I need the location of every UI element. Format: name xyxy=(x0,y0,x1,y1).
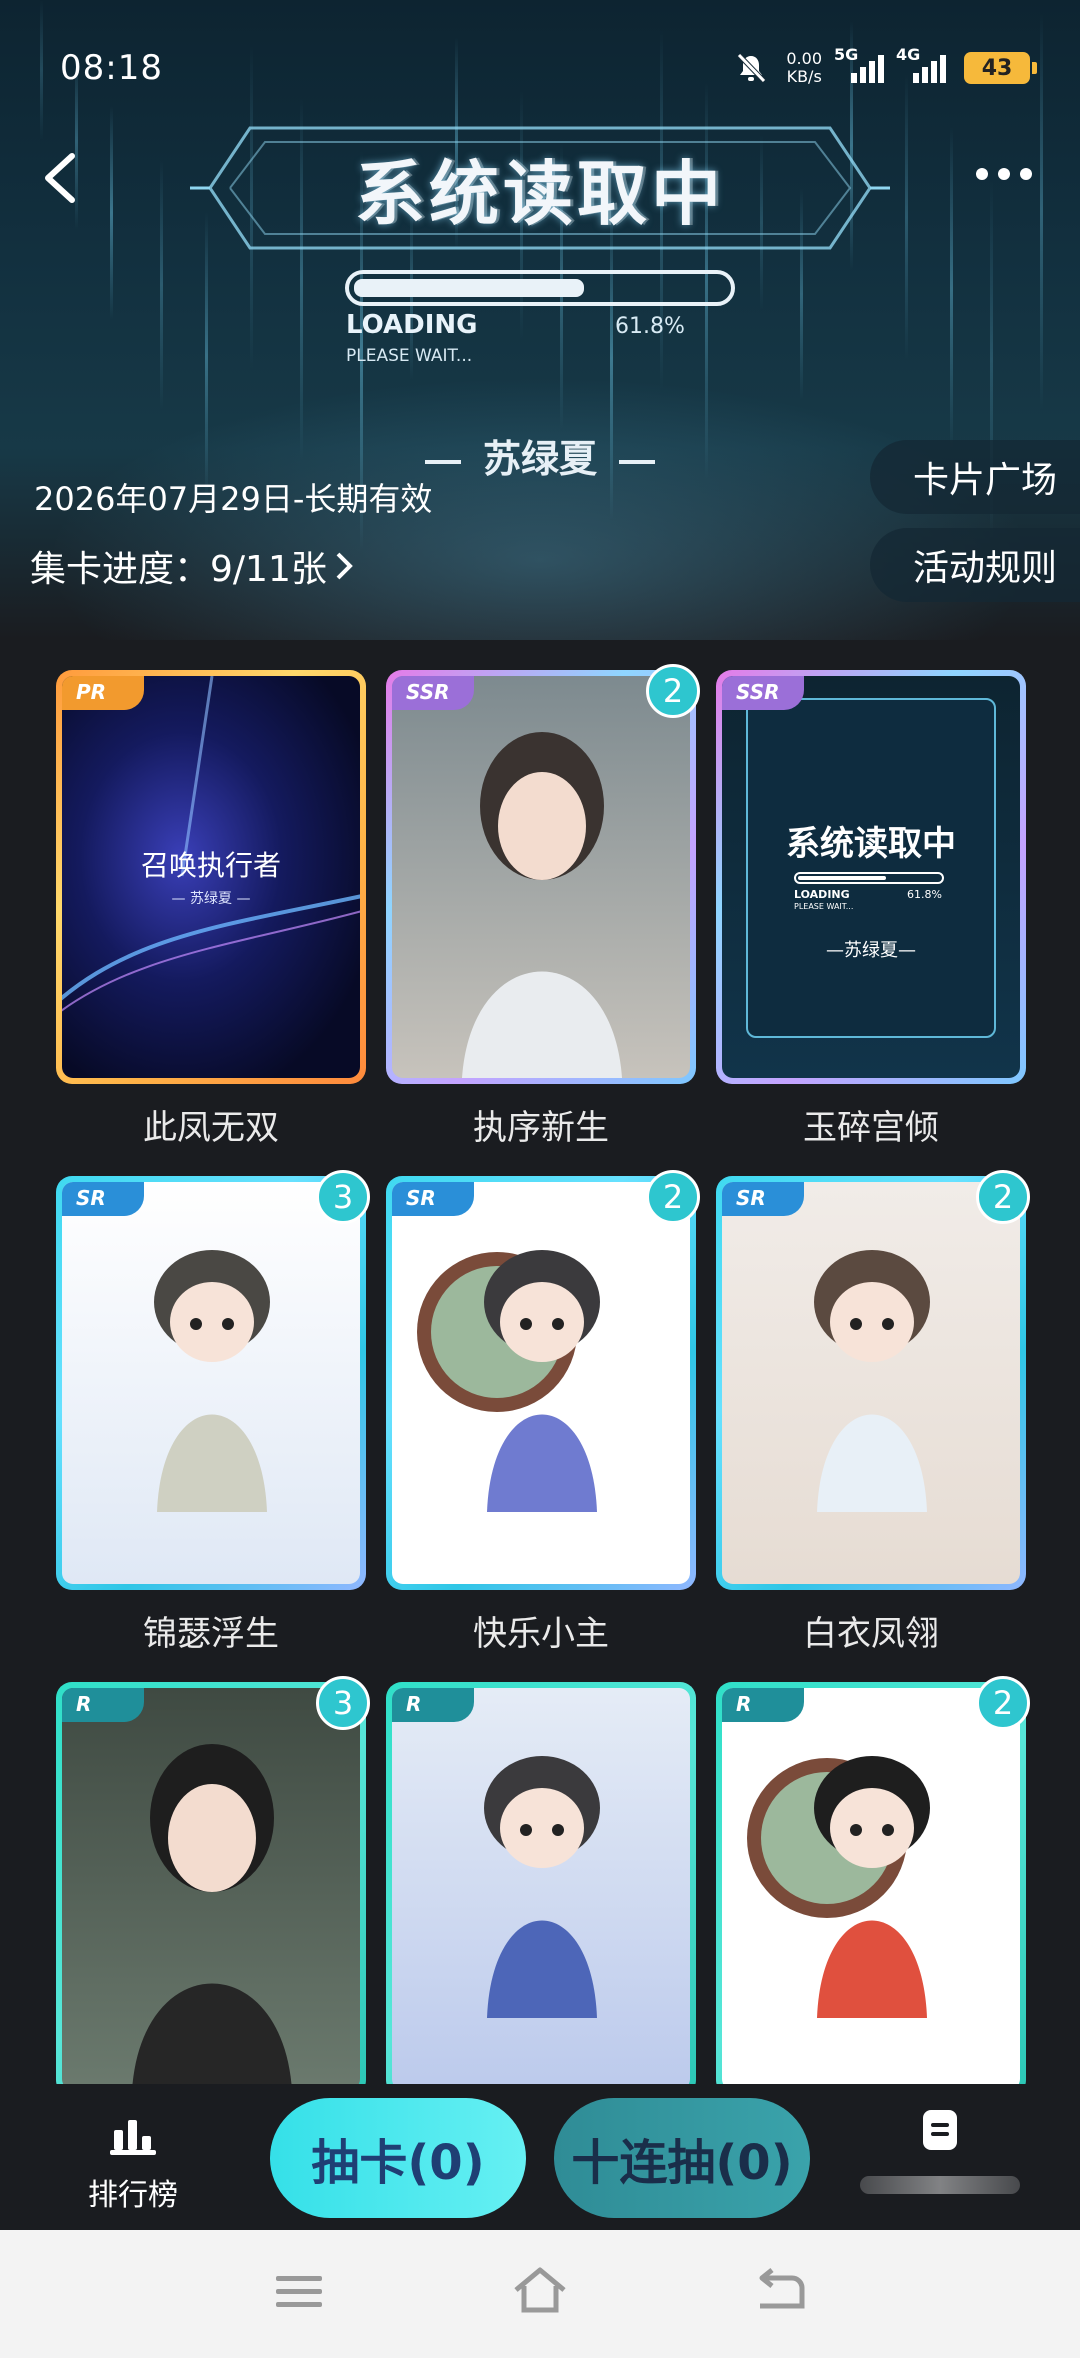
loading-label: LOADING xyxy=(346,310,478,340)
card-artwork xyxy=(62,1182,360,1584)
card-grid: 召唤执行者 — 苏绿夏 — PR 此凤无双 SSR 2 执序新生 系统读取中 LOADING 61… xyxy=(0,664,1080,2084)
rarity-tag: R xyxy=(392,1688,474,1722)
battery-icon: 43 xyxy=(964,52,1037,84)
net-speed-unit: KB/s xyxy=(786,67,822,86)
collection-card[interactable]: R3 xyxy=(56,1676,370,2084)
card-count-badge: 2 xyxy=(976,1170,1030,1224)
collection-progress-text: 集卡进度：9/11张 xyxy=(30,549,327,590)
system-nav-bar xyxy=(0,2230,1080,2358)
card-name: 玉碎宫倾 xyxy=(803,1108,939,1148)
card-art-percent: 61.8% xyxy=(907,888,942,901)
please-wait: PLEASE WAIT... xyxy=(346,346,473,366)
mute-icon xyxy=(737,53,767,83)
signal-icon: 5G xyxy=(834,45,884,83)
rank-label: 排行榜 xyxy=(88,2178,178,2213)
notes-icon xyxy=(923,2110,957,2150)
collection-card[interactable]: R xyxy=(386,1682,696,2084)
home-icon[interactable] xyxy=(510,2264,570,2316)
card-name: 执序新生 xyxy=(473,1108,609,1148)
net-speed: 0.00 KB/s xyxy=(786,50,822,86)
collection-progress-link[interactable]: 集卡进度：9/11张 xyxy=(30,540,355,592)
card-count-badge: 2 xyxy=(646,1170,700,1224)
validity-date: 2026年07月29日-长期有效 xyxy=(34,480,433,518)
collection-card[interactable]: 系统读取中 LOADING 61.8% PLEASE WAIT... —苏绿夏— SSR xyxy=(716,670,1026,1084)
net-speed-value: 0.00 xyxy=(786,49,822,68)
card-art-author: —苏绿夏— xyxy=(826,940,916,961)
rank-button[interactable]: 排行榜 xyxy=(78,2116,188,2214)
author-text: 苏绿夏 xyxy=(482,437,597,481)
card-count-badge: 2 xyxy=(646,664,700,718)
more-icon[interactable] xyxy=(976,168,1032,180)
rarity-tag: PR xyxy=(62,676,144,710)
collection-card[interactable]: 召唤执行者 — 苏绿夏 — PR xyxy=(56,670,366,1084)
collection-card[interactable]: SSR 2 xyxy=(386,664,700,1084)
rarity-tag: SR xyxy=(62,1182,144,1216)
card-count-badge: 3 xyxy=(316,1170,370,1224)
menu-icon[interactable] xyxy=(274,2270,324,2314)
bottom-action-bar: 排行榜 抽卡(0) 十连抽(0) xyxy=(0,2084,1080,2230)
card-artwork xyxy=(722,1688,1020,2084)
card-artwork xyxy=(62,1688,360,2084)
card-artwork xyxy=(392,1688,690,2084)
rarity-tag: R xyxy=(62,1688,144,1722)
activity-rules-button[interactable]: 活动规则 xyxy=(870,528,1080,602)
notes-label-blurred xyxy=(860,2176,1020,2194)
loading-bar-fill xyxy=(354,279,584,297)
status-time: 08:18 xyxy=(60,48,163,88)
card-art-subtitle: — 苏绿夏 — xyxy=(171,891,251,907)
card-artwork: 系统读取中 LOADING 61.8% PLEASE WAIT... —苏绿夏— xyxy=(722,676,1020,1078)
card-art-title: 系统读取中 xyxy=(786,824,956,864)
loading-percent: 61.8% xyxy=(615,314,685,339)
page-title: 系统读取中 xyxy=(355,153,725,235)
back-nav-icon[interactable] xyxy=(752,2266,806,2316)
notes-button[interactable] xyxy=(860,2108,1020,2194)
rarity-tag: SR xyxy=(392,1182,474,1216)
rarity-tag: SSR xyxy=(722,676,804,710)
collection-card[interactable]: SR 2 xyxy=(386,1170,700,1590)
card-artwork xyxy=(392,676,690,1078)
card-artwork: 召唤执行者 — 苏绿夏 — xyxy=(62,676,360,1078)
collection-card[interactable]: R2 xyxy=(716,1676,1030,2084)
card-art-title: 召唤执行者 xyxy=(140,849,281,882)
back-arrow-icon[interactable] xyxy=(36,148,86,208)
rarity-tag: R xyxy=(722,1688,804,1722)
sim2-label: 4G xyxy=(896,45,921,64)
sim1-label: 5G xyxy=(834,45,859,64)
card-art-please: PLEASE WAIT... xyxy=(794,902,854,911)
card-artwork xyxy=(392,1182,690,1584)
card-artwork xyxy=(722,1182,1020,1584)
ten-draw-button[interactable]: 十连抽(0) xyxy=(554,2098,810,2218)
chevron-right-icon xyxy=(336,552,353,580)
collection-card[interactable]: SR 2 xyxy=(716,1170,1030,1590)
card-square-button[interactable]: 卡片广场 xyxy=(870,440,1080,514)
collection-card[interactable]: SR 3 xyxy=(56,1170,370,1590)
rank-chart-icon xyxy=(110,2120,156,2155)
rarity-tag: SR xyxy=(722,1182,804,1216)
rarity-tag: SSR xyxy=(392,676,474,710)
draw-card-button[interactable]: 抽卡(0) xyxy=(270,2098,526,2218)
signal-icon: 4G xyxy=(896,45,946,83)
card-name: 快乐小主 xyxy=(473,1614,609,1654)
loading-bar xyxy=(345,270,735,306)
card-name: 锦瑟浮生 xyxy=(143,1614,279,1654)
card-count-badge: 2 xyxy=(976,1676,1030,1730)
card-name: 白衣凤翎 xyxy=(803,1614,939,1654)
card-art-loading: LOADING xyxy=(794,888,850,901)
card-name: 此凤无双 xyxy=(143,1108,279,1148)
card-count-badge: 3 xyxy=(316,1676,370,1730)
